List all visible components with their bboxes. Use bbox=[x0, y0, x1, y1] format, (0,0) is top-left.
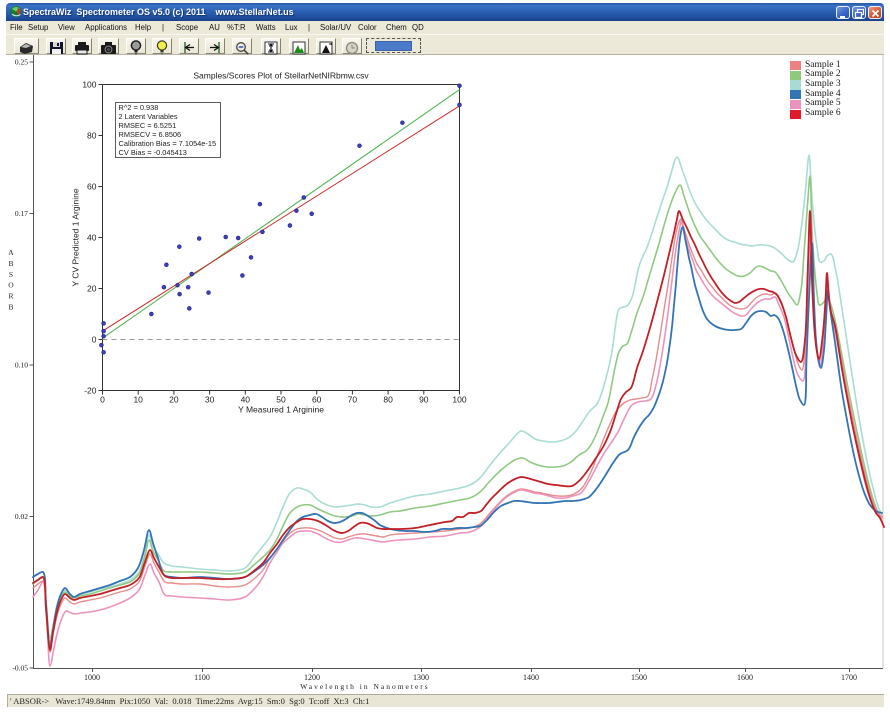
svg-text:2 Latent Variables: 2 Latent Variables bbox=[119, 112, 178, 121]
svg-text:1600: 1600 bbox=[737, 673, 753, 682]
svg-text:0: 0 bbox=[100, 395, 105, 405]
svg-text:Y CV Predicted 1 Arginine: Y CV Predicted 1 Arginine bbox=[71, 188, 81, 286]
svg-text:B: B bbox=[8, 303, 13, 312]
svg-text:1500: 1500 bbox=[631, 673, 647, 682]
svg-text:1300: 1300 bbox=[413, 673, 429, 682]
svg-text:60: 60 bbox=[87, 182, 97, 192]
svg-text:S: S bbox=[9, 270, 13, 279]
svg-text:0.17: 0.17 bbox=[15, 209, 28, 218]
svg-text:Samples/Scores Plot of Stellar: Samples/Scores Plot of StellarNetNIRbmw.… bbox=[193, 71, 369, 81]
svg-text:20: 20 bbox=[169, 395, 179, 405]
svg-text:80: 80 bbox=[87, 131, 97, 141]
svg-text:CV Bias = -0.045413: CV Bias = -0.045413 bbox=[119, 148, 187, 157]
svg-text:40: 40 bbox=[87, 233, 97, 243]
svg-text:20: 20 bbox=[87, 284, 97, 294]
svg-text:30: 30 bbox=[205, 395, 215, 405]
svg-text:80: 80 bbox=[383, 395, 393, 405]
svg-text:1700: 1700 bbox=[841, 673, 857, 682]
svg-text:R^2 = 0.938: R^2 = 0.938 bbox=[119, 103, 159, 112]
svg-text:-20: -20 bbox=[84, 386, 97, 396]
svg-text:40: 40 bbox=[241, 395, 251, 405]
svg-text:1000: 1000 bbox=[84, 673, 100, 682]
svg-text:RMSEC = 6.5251: RMSEC = 6.5251 bbox=[119, 121, 177, 130]
svg-text:Wavelength in Nanometers: Wavelength in Nanometers bbox=[300, 682, 429, 691]
svg-text:-0.05: -0.05 bbox=[12, 664, 28, 673]
svg-text:RMSECV = 6.8506: RMSECV = 6.8506 bbox=[119, 130, 182, 139]
svg-text:0.02: 0.02 bbox=[15, 512, 28, 521]
svg-text:1400: 1400 bbox=[523, 673, 539, 682]
svg-text:Calibration Bias = 7.1054e-15: Calibration Bias = 7.1054e-15 bbox=[119, 139, 217, 148]
svg-text:O: O bbox=[8, 281, 14, 290]
svg-text:10: 10 bbox=[133, 395, 143, 405]
svg-text:50: 50 bbox=[276, 395, 286, 405]
svg-text:90: 90 bbox=[419, 395, 429, 405]
svg-text:1200: 1200 bbox=[304, 673, 320, 682]
svg-text:60: 60 bbox=[312, 395, 322, 405]
svg-text:R: R bbox=[8, 292, 13, 301]
svg-text:B: B bbox=[8, 259, 13, 268]
svg-text:Y Measured 1 Arginine: Y Measured 1 Arginine bbox=[238, 405, 324, 415]
svg-text:0.25: 0.25 bbox=[15, 58, 28, 67]
svg-text:1100: 1100 bbox=[194, 673, 210, 682]
svg-text:100: 100 bbox=[82, 80, 96, 90]
svg-text:100: 100 bbox=[452, 395, 466, 405]
svg-text:A: A bbox=[8, 248, 14, 257]
svg-text:0: 0 bbox=[92, 335, 97, 345]
svg-text:0.10: 0.10 bbox=[15, 361, 28, 370]
svg-text:70: 70 bbox=[348, 395, 358, 405]
